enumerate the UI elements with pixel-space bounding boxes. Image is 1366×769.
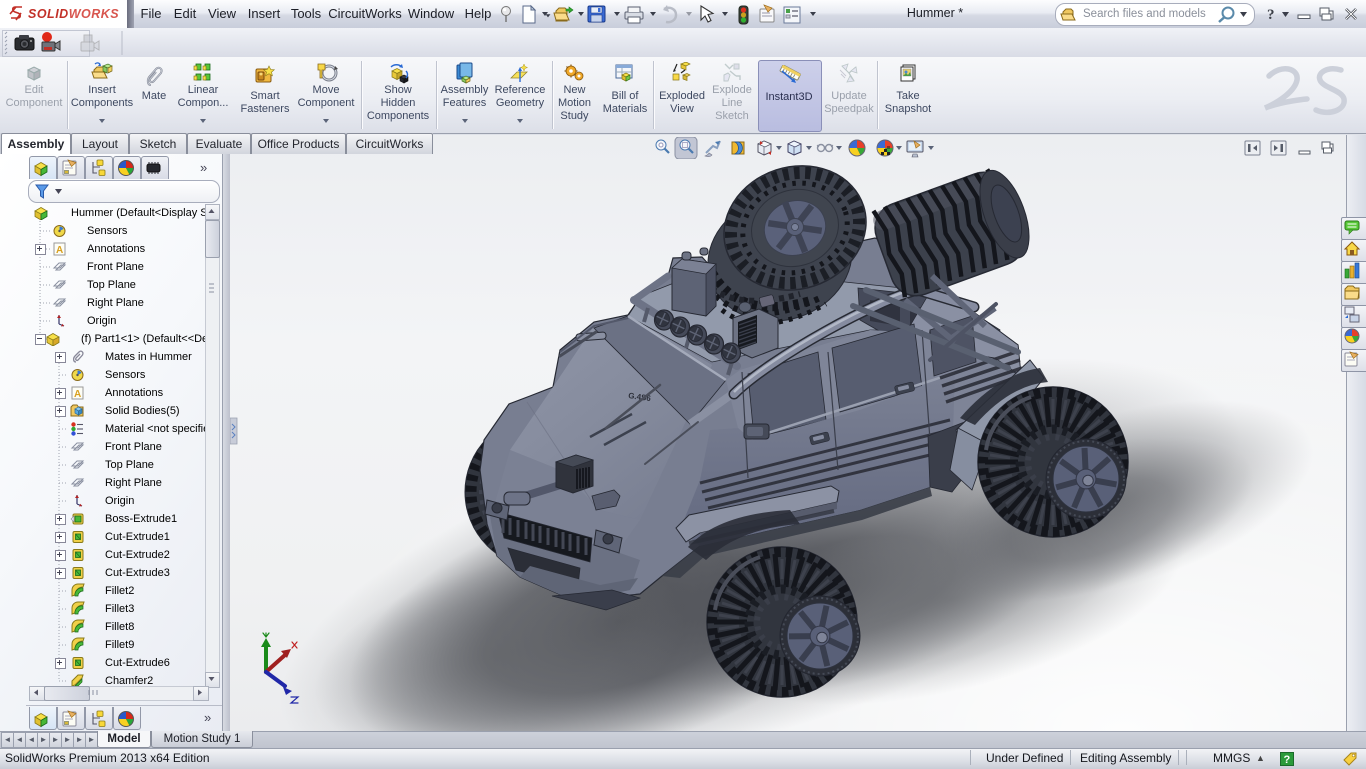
svg-text:A: A (56, 245, 63, 256)
svg-text:A: A (74, 389, 81, 400)
svg-text:?: ? (1284, 754, 1291, 766)
svg-text:?: ? (1267, 7, 1275, 23)
